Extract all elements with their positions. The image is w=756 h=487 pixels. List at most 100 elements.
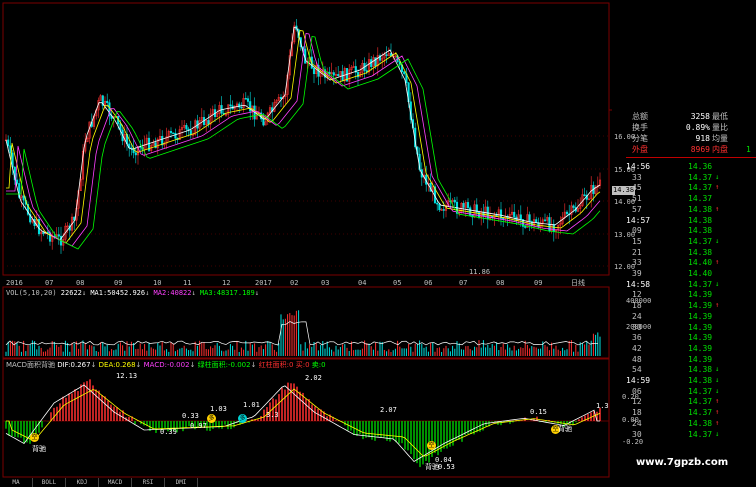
candle-body [174,132,177,139]
tick-price: 14.37 [688,194,713,204]
tick-time: 06 [632,386,642,396]
macd-annotation: 0.15 [530,408,547,416]
candle-body [312,68,316,74]
divergence-label: 背驰 [558,425,572,433]
tick-row: 24 14.38 ↑ [612,419,756,429]
tick-price: 14.37 [688,408,713,418]
candle-body [453,199,456,203]
signal-badge-icon: 多 [207,414,216,423]
candle-body [385,54,388,57]
tick-time: 12 [632,290,642,300]
tick-arrow-icon: ↑ [715,418,720,427]
x-tick: 2017 [255,279,272,287]
macd-annotation: 0.53 [438,463,455,471]
tick-price: 14.38 [688,365,713,375]
tick-arrow-icon: ↓ [715,236,720,245]
tick-arrow-icon: ↑ [715,204,720,213]
tick-price: 14.39 [688,354,713,364]
x-tick: 2016 [6,279,23,287]
macd-annotation: 1.3 [596,402,609,410]
x-tick: 02 [290,279,299,287]
tick-time: 30 [632,322,642,332]
divergence-label: 背驰 [32,445,46,453]
candle-body [332,72,335,76]
ma-line [5,27,601,241]
tab-ma[interactable]: MA [0,478,33,487]
tick-row: 30 14.39 [612,323,756,333]
period-label[interactable]: 日线 [571,279,585,288]
candle-body [403,71,406,75]
tick-row: 09 14.38 [612,226,756,236]
stock-chart-window: 16.00 15.00 14.00 13.00 12.00 2016 07 08… [0,0,756,487]
stat-value: 3258 [690,112,710,121]
tick-price: 14.38 [688,204,713,214]
x-tick: 07 [45,279,54,287]
stat-value: 918 [695,134,710,143]
stat-label: 总额 [632,112,648,121]
tick-row: 12 14.37 ↑ [612,397,756,407]
candle-body [337,74,340,77]
tick-row: 42 14.39 [612,344,756,354]
tick-arrow-icon: ↓ [715,365,720,374]
tick-row: 39 14.40 [612,269,756,279]
tick-time: 21 [632,247,642,257]
tab-kdj[interactable]: KDJ [66,478,99,487]
macd-annotation: 0.97 [190,422,207,430]
tick-time: 15 [632,236,642,246]
macd-annotation: 1.01 [243,401,260,409]
vol-value: 22622 [60,289,82,297]
tick-row: 18 14.39 ↑ [612,301,756,311]
macd-annotation: 2.02 [305,374,322,382]
tick-row: 15 14.37 ↓ [612,237,756,247]
tick-arrow-icon: ↓ [715,376,720,384]
tab-rsi[interactable]: RSI [132,478,165,487]
tab-boll[interactable]: BOLL [33,478,66,487]
tick-time: 14:57 [626,215,651,225]
tick-time: 36 [632,333,642,343]
candle-body [543,219,547,222]
tab-dmi[interactable]: DMI [165,478,198,487]
tick-price: 14.37 [688,429,713,439]
tick-time: 24 [632,418,642,428]
candle-body [262,118,265,126]
volume-ma-line [5,321,599,346]
candle-body [462,203,465,208]
tick-row: 06 14.37 ↓ [612,387,756,397]
tick-time: 24 [632,311,642,321]
candle-body [477,211,481,218]
stat-label: 换手 [632,123,648,132]
tick-price: 14.39 [688,290,713,300]
candle-body [15,179,19,184]
stat-label: 量比 [712,123,728,132]
candle-body [244,98,247,100]
tick-price: 14.37 [688,172,713,182]
macd-annotation: 3.3 [266,411,279,419]
vol-ma2: MA2:40822 [153,289,192,297]
tick-price: 14.38 [688,376,713,385]
tick-time: 18 [632,408,642,418]
tick-price: 14.40 [688,269,713,278]
quote-stat-row: 换手 0.89% 量比 [612,123,756,133]
signal-badge-icon: 空 [427,441,436,450]
watermark: www.7gpzb.com [636,457,729,468]
tick-price: 14.37 [688,236,713,246]
stat-label: 内盘 [712,145,728,154]
tab-macd[interactable]: MACD [99,478,132,487]
tick-arrow-icon: ↑ [715,397,720,406]
macd-value: MACD:-0.002 [143,361,190,369]
chart-canvas[interactable] [0,0,612,487]
macd-buy: 买:0 [295,361,310,369]
x-tick: 04 [358,279,367,287]
tick-time: 14:59 [626,376,651,385]
separator [626,157,756,158]
quote-stat-row: 总额 3258 最低 [612,112,756,122]
macd-green-area: 绿柱面积:-0.002 [197,361,251,369]
x-tick: 05 [393,279,402,287]
tick-price: 14.39 [688,343,713,353]
tick-time: 48 [632,354,642,364]
vol-ma1: MA1:50452.926 [90,289,146,297]
tick-row: 30 14.37 ↓ [612,430,756,440]
tick-time: 18 [632,301,642,311]
candle-body [22,195,25,201]
tick-price: 14.38 [688,215,713,225]
